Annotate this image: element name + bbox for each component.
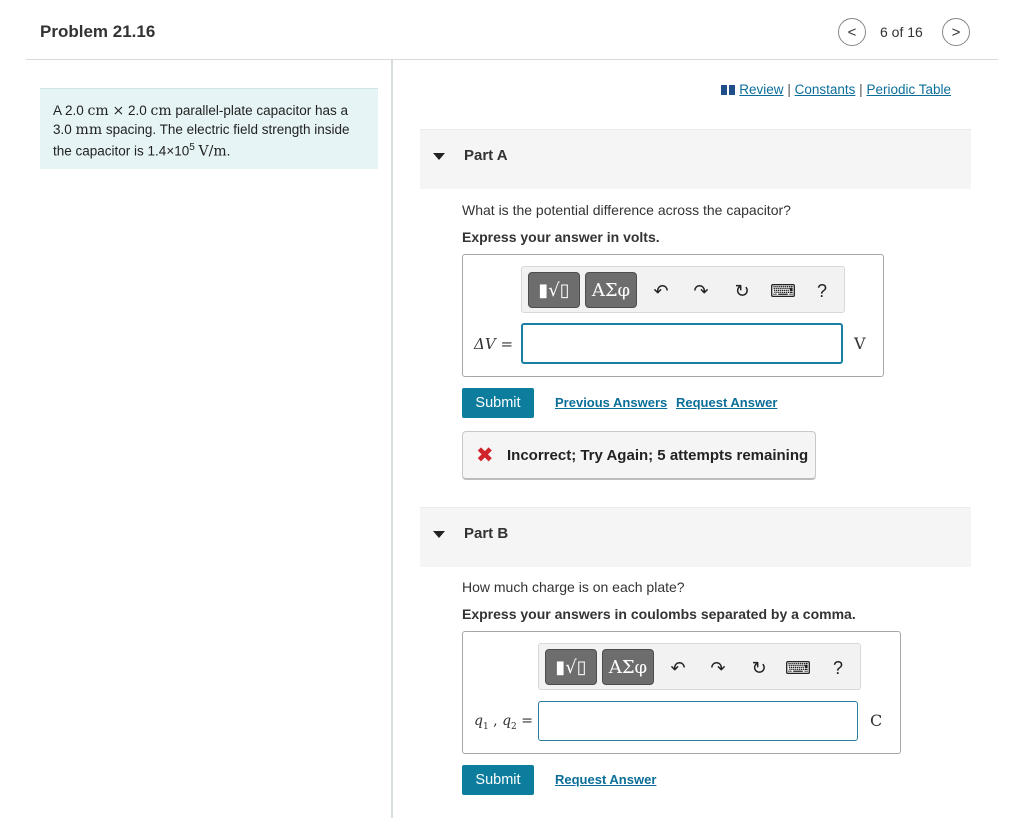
keyboard-icon[interactable]: ⌨ bbox=[770, 278, 796, 304]
part-a-request-answer-link[interactable]: Request Answer bbox=[676, 395, 777, 410]
unit-label: C bbox=[870, 711, 883, 730]
part-a-answer-input[interactable] bbox=[521, 323, 843, 364]
statement-text: A 2.0 bbox=[53, 103, 84, 118]
part-b-submit-button[interactable]: Submit bbox=[462, 765, 534, 795]
header: Problem 21.16 < 6 of 16 > bbox=[0, 0, 1024, 60]
math-toolbar: ▮√▯ ΑΣφ ↶ ↷ ↻ ⌨ ? bbox=[538, 643, 861, 690]
greek-icon: ΑΣφ bbox=[591, 279, 631, 301]
templates-button[interactable]: ▮√▯ bbox=[528, 272, 580, 308]
statement-text: parallel-plate capacitor has a bbox=[175, 103, 348, 118]
separator: | bbox=[787, 82, 791, 97]
feedback-message: ✖ Incorrect; Try Again; 5 attempts remai… bbox=[462, 431, 816, 480]
problem-title: Problem 21.16 bbox=[40, 22, 156, 41]
greek-symbols-button[interactable]: ΑΣφ bbox=[602, 649, 654, 685]
chevron-left-icon: < bbox=[847, 23, 857, 41]
undo-icon[interactable]: ↶ bbox=[648, 278, 674, 304]
subscript: 1 bbox=[482, 721, 489, 732]
collapse-triangle-icon[interactable] bbox=[433, 153, 445, 160]
problem-statement: A 2.0 cm × 2.0 cm parallel-plate capacit… bbox=[40, 88, 378, 169]
redo-icon[interactable]: ↷ bbox=[705, 655, 731, 681]
part-b-label: Part B bbox=[464, 525, 509, 542]
variable-symbol: q bbox=[502, 713, 512, 729]
help-icon[interactable]: ? bbox=[825, 655, 851, 681]
part-b-question: How much charge is on each plate? bbox=[462, 579, 685, 595]
previous-answers-link[interactable]: Previous Answers bbox=[555, 395, 667, 410]
part-a-instruction: Express your answer in volts. bbox=[462, 229, 660, 245]
times-symbol: × bbox=[112, 103, 125, 119]
periodic-table-link[interactable]: Periodic Table bbox=[866, 82, 951, 97]
header-divider bbox=[26, 59, 998, 60]
variable-symbol: ΔV bbox=[474, 335, 496, 353]
part-b-answer-input[interactable] bbox=[538, 701, 858, 741]
part-b-header[interactable]: Part B bbox=[420, 507, 971, 567]
collapse-triangle-icon[interactable] bbox=[433, 531, 445, 538]
delta-v-label: ΔV = bbox=[474, 335, 513, 353]
incorrect-x-icon: ✖ bbox=[476, 444, 494, 467]
templates-icon: ▮√▯ bbox=[538, 279, 570, 301]
previous-problem-button[interactable]: < bbox=[838, 18, 866, 46]
next-problem-button[interactable]: > bbox=[942, 18, 970, 46]
help-icon[interactable]: ? bbox=[809, 278, 835, 304]
reset-icon[interactable]: ↻ bbox=[729, 278, 755, 304]
review-label: Review bbox=[739, 82, 784, 97]
templates-button[interactable]: ▮√▯ bbox=[545, 649, 597, 685]
subscript: 2 bbox=[511, 721, 517, 732]
problem-counter: 6 of 16 bbox=[880, 24, 923, 40]
undo-icon[interactable]: ↶ bbox=[665, 655, 691, 681]
variable-symbol: q bbox=[474, 713, 483, 729]
part-b-instruction: Express your answers in coulombs separat… bbox=[462, 606, 856, 622]
unit-label: V bbox=[854, 334, 866, 353]
greek-icon: ΑΣφ bbox=[608, 656, 648, 678]
unit-mm: mm bbox=[75, 121, 103, 138]
q1-q2-label: q1 , q2 = bbox=[474, 713, 533, 732]
math-toolbar: ▮√▯ ΑΣφ ↶ ↷ ↻ ⌨ ? bbox=[521, 266, 845, 313]
equals-sign: = bbox=[521, 713, 533, 729]
part-b-request-answer-link[interactable]: Request Answer bbox=[555, 772, 656, 787]
unit-cm: cm bbox=[150, 103, 172, 119]
templates-icon: ▮√▯ bbox=[555, 656, 587, 678]
reset-icon[interactable]: ↻ bbox=[746, 655, 772, 681]
equals-sign: = bbox=[500, 335, 514, 353]
constants-link[interactable]: Constants bbox=[795, 82, 856, 97]
separator: | bbox=[859, 82, 863, 97]
unit-v-per-m: V/m bbox=[198, 143, 227, 160]
unit-cm: cm bbox=[87, 103, 109, 119]
greek-symbols-button[interactable]: ΑΣφ bbox=[585, 272, 637, 308]
feedback-text: Incorrect; Try Again; 5 attempts remaini… bbox=[507, 447, 809, 464]
chevron-right-icon: > bbox=[951, 23, 961, 41]
review-link[interactable]: Review bbox=[721, 82, 784, 97]
statement-period: . bbox=[226, 143, 231, 159]
part-a-header[interactable]: Part A bbox=[420, 129, 971, 189]
part-a-label: Part A bbox=[464, 147, 508, 164]
statement-text: 2.0 bbox=[127, 103, 147, 118]
book-icon bbox=[721, 85, 736, 95]
keyboard-icon[interactable]: ⌨ bbox=[785, 655, 811, 681]
comma: , bbox=[493, 713, 498, 729]
statement-text: 3.0 bbox=[53, 121, 72, 137]
part-a-question: What is the potential difference across … bbox=[462, 202, 791, 218]
redo-icon[interactable]: ↷ bbox=[688, 278, 714, 304]
exponent: 5 bbox=[189, 142, 195, 153]
pane-divider[interactable] bbox=[391, 60, 393, 818]
resource-links: Review | Constants | Periodic Table bbox=[721, 82, 951, 97]
part-a-submit-button[interactable]: Submit bbox=[462, 388, 534, 418]
